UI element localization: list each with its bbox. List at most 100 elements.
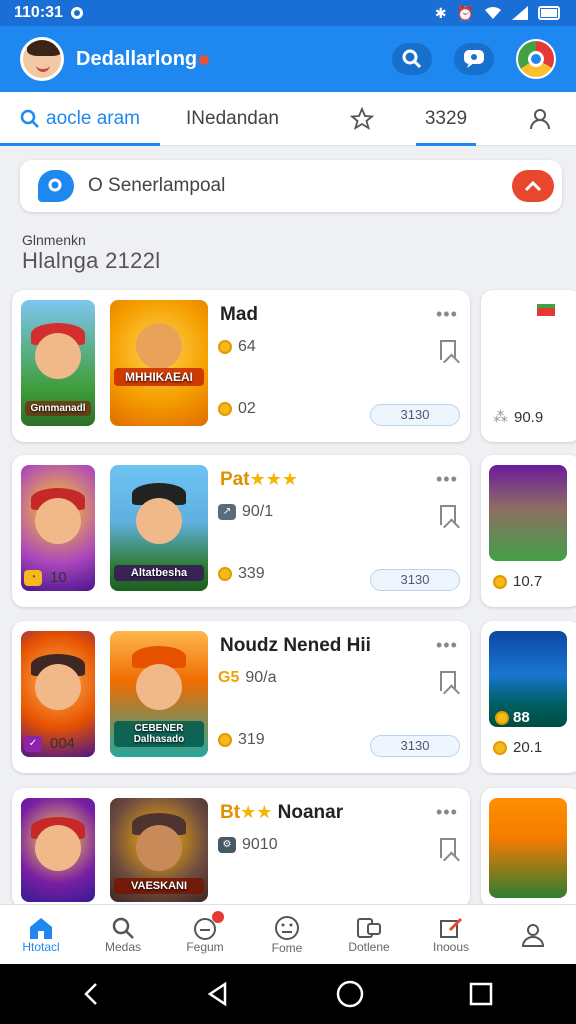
tab-count[interactable]: 3329	[416, 92, 476, 146]
back-chevron-icon[interactable]	[82, 981, 102, 1007]
check-icon: ✓	[24, 735, 42, 752]
more-options-icon[interactable]: •••	[436, 469, 458, 490]
side-game-art	[489, 798, 567, 898]
title-prefix: Bt	[220, 802, 241, 823]
nav-inoous[interactable]: Inoous	[410, 905, 492, 964]
title-text: Pat	[220, 469, 250, 490]
side-game-card[interactable]: 88 20.1	[481, 621, 576, 773]
recents-square-icon[interactable]	[468, 981, 494, 1007]
nav-label: Medas	[104, 939, 142, 954]
character-icon	[35, 825, 81, 872]
bottom-navigation: Htotacl Medas Fegum Fome Dotlene Inoous	[0, 904, 576, 964]
tab-label: aocle aram	[46, 107, 140, 129]
game-thumbnail[interactable]	[21, 798, 95, 902]
nav-label: Inoous	[432, 939, 470, 954]
character-icon	[136, 825, 182, 872]
side-stat: 10.7	[493, 573, 542, 590]
browser-icon[interactable]	[516, 39, 556, 79]
tab-search[interactable]: aocle aram	[0, 92, 160, 146]
chat-button[interactable]	[454, 43, 494, 75]
voice-search-button[interactable]	[512, 170, 554, 202]
more-options-icon[interactable]: •••	[436, 304, 458, 325]
stat-value: 339	[238, 565, 265, 582]
bookmark-icon[interactable]	[440, 505, 456, 525]
status-time: 110:31	[14, 4, 63, 21]
tab-favorites[interactable]	[350, 92, 374, 146]
thumbnail-label: Gnnmanadl	[25, 401, 91, 416]
side-game-art: 88	[489, 631, 567, 727]
bookmark-icon[interactable]	[440, 340, 456, 360]
avatar[interactable]	[20, 37, 64, 81]
more-options-icon[interactable]: •••	[436, 802, 458, 823]
character-icon	[35, 663, 81, 710]
stat-value: 20.1	[513, 739, 543, 756]
nav-home[interactable]: Htotacl	[0, 905, 82, 964]
coin-icon	[218, 340, 232, 354]
stat-value: 90.9	[514, 408, 544, 426]
home-circle-icon[interactable]	[335, 979, 365, 1009]
side-game-card[interactable]: ⁂ 90.9	[481, 290, 576, 442]
more-options-icon[interactable]: •••	[436, 635, 458, 656]
game-card[interactable]: Gnnmanadl MHHIKAEAI Mad 64 02 ••• 3130	[12, 290, 470, 442]
game-cover[interactable]: CEBENER Dalhasado	[110, 631, 208, 757]
side-game-card[interactable]: 10.7	[481, 455, 576, 607]
tab-second[interactable]: INedandan	[186, 92, 279, 146]
search-bar[interactable]: O Senerlampoal	[20, 160, 562, 212]
stat-value: 10	[50, 569, 67, 586]
game-cover[interactable]: MHHIKAEAI	[110, 300, 208, 426]
game-title: Bt★★ Noanar	[220, 802, 343, 824]
chat-icon	[464, 50, 484, 68]
search-button[interactable]	[392, 43, 432, 75]
game-card[interactable]: ◔ 10 Altatbesha Pat★★★ ↗ 90/1 339 ••• 3130	[12, 455, 470, 607]
cover-label: VAESKANI	[114, 878, 204, 894]
tag-icon: ↗	[218, 504, 236, 520]
game-stat: ↗ 90/1	[218, 503, 273, 521]
wifi-icon	[485, 6, 501, 19]
action-pill[interactable]: 3130	[370, 404, 460, 426]
bookmark-icon[interactable]	[440, 671, 456, 691]
search-input[interactable]: O Senerlampoal	[88, 175, 225, 197]
cover-label: MHHIKAEAI	[114, 368, 204, 386]
game-stat: G5 90/a	[218, 669, 276, 687]
side-stat: 20.1	[493, 739, 542, 756]
nav-profile[interactable]	[492, 905, 574, 964]
action-pill[interactable]: 3130	[370, 735, 460, 757]
controller-icon: ⚙	[218, 837, 236, 853]
stat-value: 88	[513, 709, 530, 726]
share-icon: ⁂	[493, 409, 508, 426]
action-pill[interactable]: 3130	[370, 569, 460, 591]
nav-fome[interactable]: Fome	[246, 905, 328, 964]
stat-value: 90/1	[242, 503, 274, 520]
nav-media[interactable]: Medas	[82, 905, 164, 964]
nav-dotlene[interactable]: Dotlene	[328, 905, 410, 964]
rating-stars: ★★★	[249, 469, 298, 489]
nav-label: Fome	[271, 940, 303, 955]
coin-icon	[493, 574, 507, 589]
tab-profile[interactable]	[528, 92, 552, 146]
game-cover[interactable]: Altatbesha	[110, 465, 208, 591]
signal-icon	[512, 6, 528, 20]
nav-games[interactable]: Fegum	[164, 905, 246, 964]
back-triangle-icon[interactable]	[205, 981, 231, 1007]
game-thumbnail[interactable]: Gnnmanadl	[21, 300, 95, 426]
nav-label: Fegum	[186, 939, 224, 954]
home-icon	[30, 917, 52, 939]
side-game-card[interactable]	[481, 788, 576, 908]
game-stat: ⚙ 9010	[218, 836, 278, 854]
tab-bar: aocle aram INedandan 3329	[0, 92, 576, 146]
game-stat: 319	[218, 731, 265, 749]
cover-label: Altatbesha	[114, 565, 204, 581]
game-title: Pat★★★	[220, 469, 298, 491]
left-stat: ✓ 004	[24, 735, 75, 752]
battery-icon	[538, 6, 560, 20]
game-cover[interactable]: VAESKANI	[110, 798, 208, 902]
character-icon	[136, 497, 182, 544]
game-card[interactable]: VAESKANI Bt★★ Noanar ⚙ 9010 •••	[12, 788, 470, 908]
coin-icon	[495, 710, 509, 725]
side-badge: 88	[495, 709, 530, 726]
game-card[interactable]: ✓ 004 CEBENER Dalhasado Noudz Nened Hii G…	[12, 621, 470, 773]
tab-label: INedandan	[186, 107, 279, 129]
app-title-dot-icon	[199, 54, 210, 65]
coin-icon	[218, 567, 232, 581]
bookmark-icon[interactable]	[440, 838, 456, 858]
